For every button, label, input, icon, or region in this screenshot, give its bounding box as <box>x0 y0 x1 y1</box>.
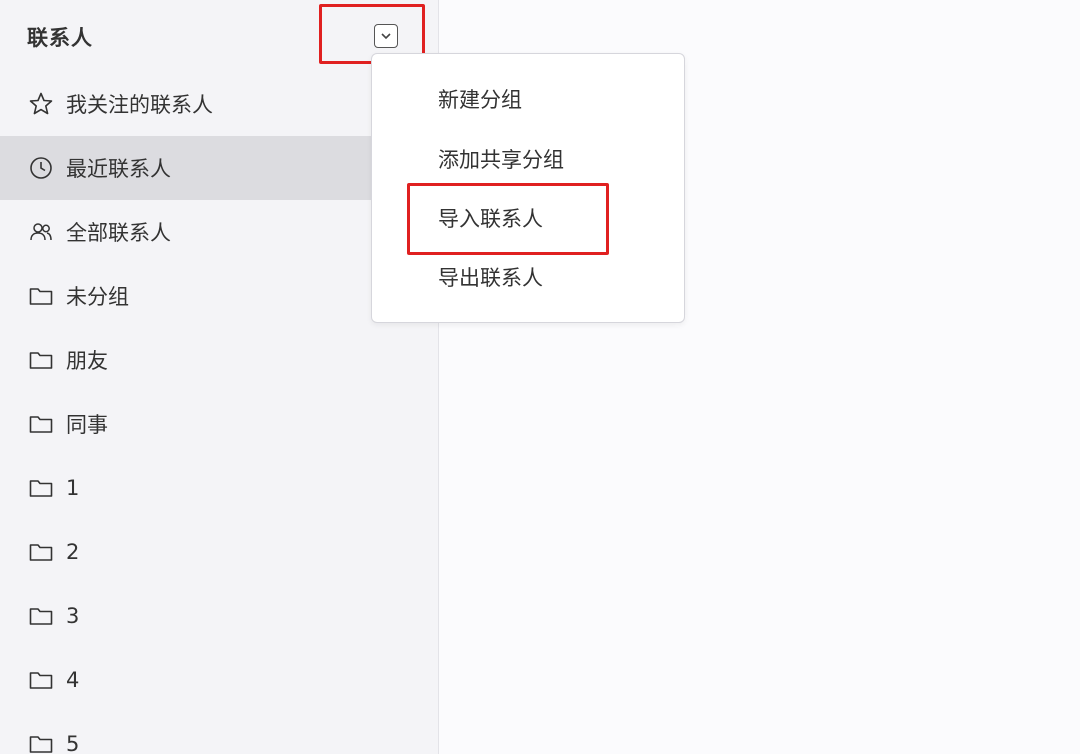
folder-icon <box>28 346 56 374</box>
sidebar-item-group-1[interactable]: 1 <box>0 456 439 520</box>
star-icon <box>28 90 56 118</box>
sidebar-item-group-3[interactable]: 3 <box>0 584 439 648</box>
sidebar-item-label: 同事 <box>66 413 108 437</box>
chevron-down-icon <box>381 33 391 40</box>
sidebar-item-label: 最近联系人 <box>66 157 171 181</box>
sidebar-item-label: 1 <box>66 476 80 500</box>
menu-item-new-group[interactable]: 新建分组 <box>372 69 684 129</box>
sidebar-item-group-2[interactable]: 2 <box>0 520 439 584</box>
sidebar-item-label: 5 <box>66 732 80 754</box>
folder-icon <box>28 282 56 310</box>
group-actions-menu: 新建分组 添加共享分组 导入联系人 导出联系人 <box>371 53 685 323</box>
group-menu-toggle-button[interactable] <box>374 24 398 48</box>
sidebar-title: 联系人 <box>27 26 93 50</box>
sidebar-item-label: 朋友 <box>66 349 108 373</box>
sidebar-item-friends[interactable]: 朋友 <box>0 328 439 392</box>
sidebar-item-label: 未分组 <box>66 285 129 309</box>
people-icon <box>28 218 56 246</box>
contacts-app: 联系人 我关注的联系人 最近联系人 全部联系人 未分组 朋友 同事 1 2 3 … <box>0 0 1080 754</box>
sidebar-item-group-5[interactable]: 5 <box>0 712 439 754</box>
folder-icon <box>28 538 56 566</box>
folder-icon <box>28 602 56 630</box>
sidebar-item-label: 全部联系人 <box>66 221 171 245</box>
sidebar-item-label: 4 <box>66 668 80 692</box>
menu-item-add-shared-group[interactable]: 添加共享分组 <box>372 129 684 189</box>
menu-item-export-contacts[interactable]: 导出联系人 <box>372 247 684 307</box>
sidebar-item-colleagues[interactable]: 同事 <box>0 392 439 456</box>
sidebar-item-group-4[interactable]: 4 <box>0 648 439 712</box>
menu-item-import-contacts[interactable]: 导入联系人 <box>372 188 684 248</box>
folder-icon <box>28 730 56 754</box>
sidebar-item-label: 2 <box>66 540 80 564</box>
folder-icon <box>28 474 56 502</box>
folder-icon <box>28 666 56 694</box>
sidebar-item-label: 3 <box>66 604 80 628</box>
sidebar-item-label: 我关注的联系人 <box>66 93 213 117</box>
folder-icon <box>28 410 56 438</box>
clock-icon <box>28 154 56 182</box>
